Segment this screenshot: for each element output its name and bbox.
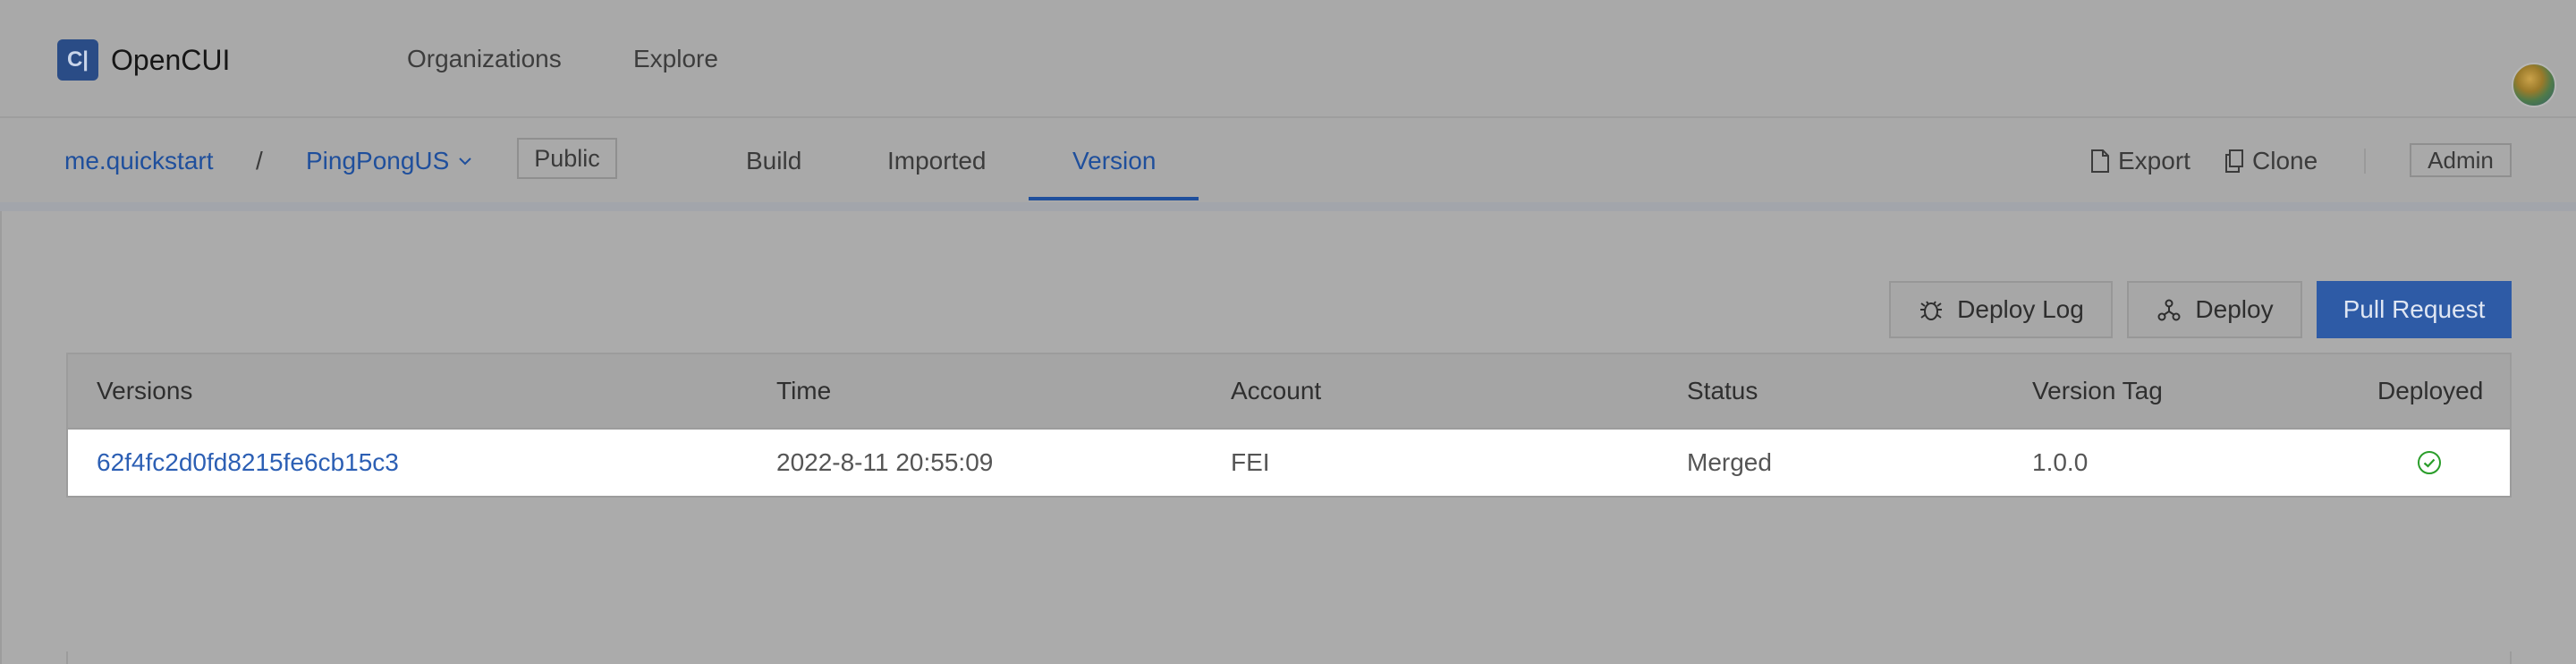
deploy-button[interactable]: Deploy [2127, 281, 2302, 338]
nav-explore[interactable]: Explore [633, 45, 718, 73]
admin-button[interactable]: Admin [2410, 143, 2512, 177]
pull-request-button[interactable]: Pull Request [2317, 281, 2512, 338]
version-account: FEI [1231, 448, 1270, 476]
col-account: Account [1231, 377, 1322, 404]
copy-icon [2225, 149, 2243, 173]
version-status: Merged [1687, 448, 1772, 476]
opencui-logo-icon: C| [57, 39, 98, 81]
versions-table: Versions Time Account Status Version Tag… [66, 353, 2512, 498]
project-name: PingPongUS [306, 147, 450, 175]
col-version-tag: Version Tag [2032, 377, 2163, 404]
tab-version[interactable]: Version [1072, 147, 1156, 175]
project-selector[interactable]: PingPongUS [306, 147, 474, 175]
nav-organizations[interactable]: Organizations [407, 45, 562, 73]
col-time: Time [776, 377, 832, 404]
file-export-icon [2091, 149, 2109, 173]
content-frame-edge [0, 211, 2, 664]
version-time: 2022-8-11 20:55:09 [776, 448, 994, 476]
bug-icon [1920, 301, 1943, 320]
next-panel-edge [66, 651, 2512, 664]
export-label: Export [2118, 147, 2190, 175]
visibility-badge: Public [517, 138, 617, 179]
table-row: 62f4fc2d0fd8215fe6cb15c3 2022-8-11 20:55… [68, 430, 2510, 496]
deployed-status [2417, 430, 2442, 496]
toolbar-divider [2364, 149, 2366, 174]
table-header: Versions Time Account Status Version Tag… [68, 354, 2510, 430]
active-tab-indicator [1029, 197, 1199, 200]
version-id-link[interactable]: 62f4fc2d0fd8215fe6cb15c3 [97, 430, 399, 496]
project-subnav: me.quickstart / PingPongUS Public Build … [0, 118, 2576, 211]
app-logo[interactable]: C| OpenCUI [57, 39, 230, 81]
chevron-down-icon [459, 157, 472, 166]
deploy-log-label: Deploy Log [1957, 295, 2084, 323]
clone-button[interactable]: Clone [2224, 147, 2318, 175]
breadcrumb-separator: / [256, 147, 263, 175]
tab-build[interactable]: Build [746, 147, 801, 175]
deployment-unit-icon [2157, 299, 2181, 321]
clone-label: Clone [2252, 147, 2318, 175]
user-avatar[interactable] [2512, 63, 2556, 107]
tab-imported[interactable]: Imported [887, 147, 987, 175]
breadcrumb-org[interactable]: me.quickstart [64, 147, 214, 175]
top-header: C| OpenCUI Organizations Explore [0, 0, 2576, 118]
col-deployed: Deployed [2377, 377, 2484, 404]
col-status: Status [1687, 377, 1758, 404]
app-name: OpenCUI [111, 43, 231, 76]
col-versions: Versions [97, 377, 193, 404]
deploy-label: Deploy [2195, 295, 2274, 323]
export-button[interactable]: Export [2089, 147, 2190, 175]
deploy-log-button[interactable]: Deploy Log [1889, 281, 2113, 338]
check-circle-icon [2418, 451, 2441, 474]
version-tag: 1.0.0 [2032, 448, 2089, 476]
